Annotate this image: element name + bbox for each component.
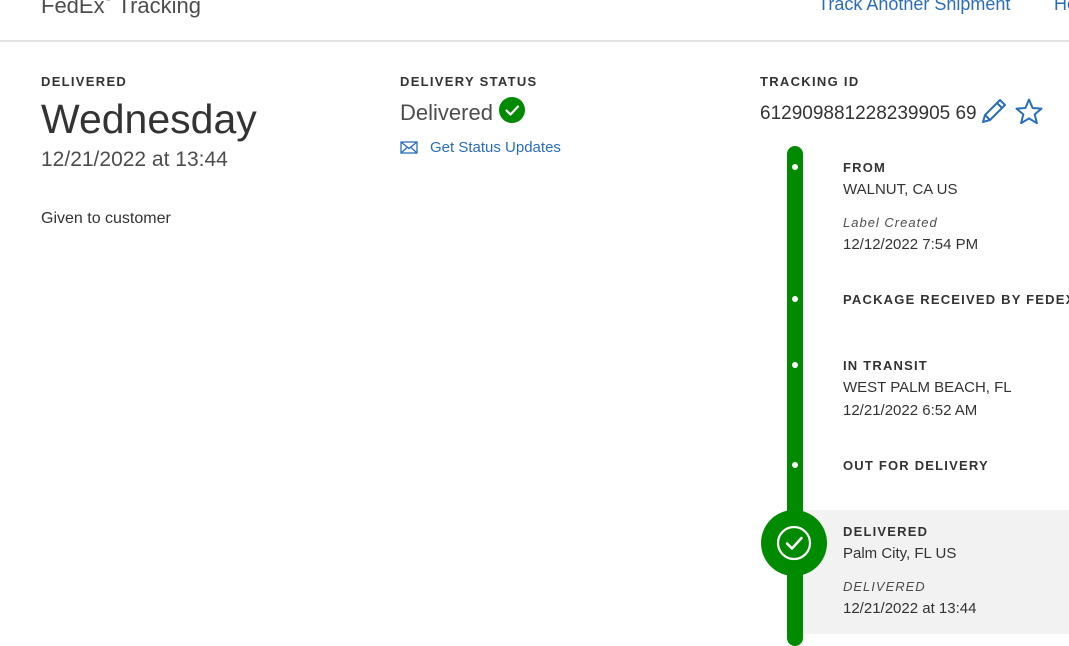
event-location: WALNUT, CA US: [843, 181, 958, 198]
check-circle-icon: [776, 525, 812, 561]
brand-title: FedEx® Tracking: [41, 0, 201, 19]
event-time: 12/21/2022 at 13:44: [843, 600, 977, 617]
track-another-shipment-link[interactable]: Track Another Shipment: [818, 0, 1010, 15]
delivery-status-value: Delivered: [400, 100, 493, 125]
event-time: 12/21/2022 6:52 AM: [843, 402, 978, 419]
header-divider: [0, 40, 1069, 42]
help-link[interactable]: He: [1054, 0, 1069, 15]
delivered-label: DELIVERED: [41, 74, 128, 89]
delivery-day: Wednesday: [41, 96, 257, 142]
event-title: FROM: [843, 160, 887, 175]
tracking-number: 612909881228239905 69: [760, 103, 977, 124]
event-location: WEST PALM BEACH, FL: [843, 379, 1012, 396]
get-status-updates-link[interactable]: Get Status Updates: [400, 137, 561, 157]
timeline-dot: [792, 164, 798, 170]
event-title: OUT FOR DELIVERY: [843, 458, 989, 473]
event-time: 12/12/2022 7:54 PM: [843, 236, 979, 253]
star-icon[interactable]: [1014, 97, 1044, 127]
event-title: DELIVERED: [843, 524, 929, 539]
pencil-icon[interactable]: [979, 96, 1009, 126]
check-circle-icon: [499, 97, 525, 123]
tracking-id-label: TRACKING ID: [760, 74, 860, 89]
envelope-icon: [400, 141, 418, 154]
event-sub-label: DELIVERED: [843, 579, 926, 594]
get-status-updates-label: Get Status Updates: [430, 138, 561, 156]
registered-mark: ®: [106, 0, 111, 3]
delivered-check-icon: [761, 510, 827, 576]
event-title: IN TRANSIT: [843, 358, 928, 373]
event-title: PACKAGE RECEIVED BY FEDEX: [843, 292, 1069, 307]
timeline-dot: [792, 362, 798, 368]
delivery-status-label: DELIVERY STATUS: [400, 74, 538, 89]
brand-suffix: Tracking: [117, 0, 202, 18]
event-location: Palm City, FL US: [843, 545, 957, 562]
event-sub-label: Label Created: [843, 215, 938, 230]
brand-name: FedEx: [41, 0, 105, 18]
timeline-dot: [792, 296, 798, 302]
delivery-detail: Given to customer: [41, 210, 171, 227]
timeline-dot: [792, 462, 798, 468]
delivery-datetime: 12/21/2022 at 13:44: [41, 148, 228, 171]
